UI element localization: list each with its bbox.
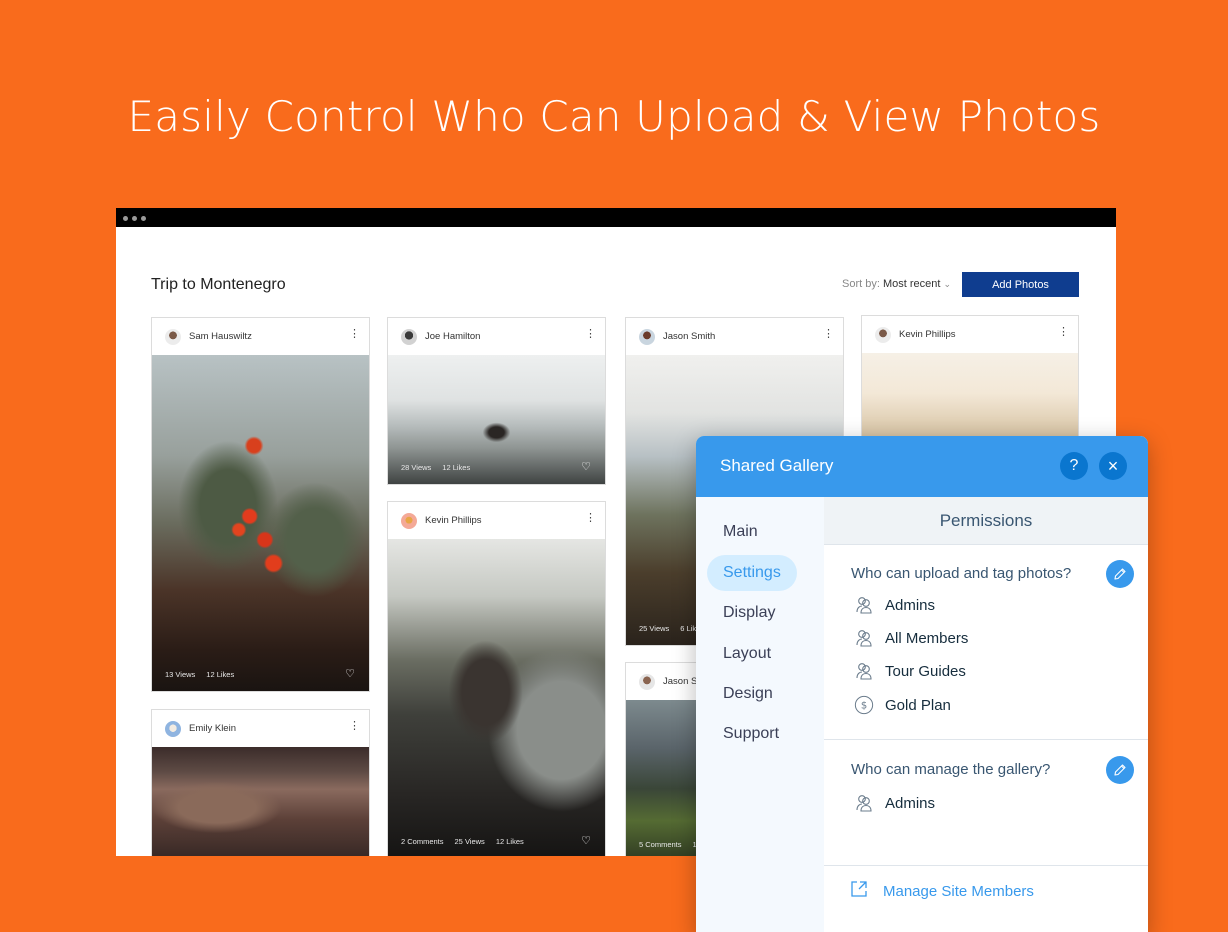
author-name: Emily Klein: [189, 723, 236, 734]
members-icon: [854, 661, 874, 681]
comments-count: 2 Comments: [401, 837, 444, 846]
permission-item: Admins: [854, 793, 935, 813]
heart-icon[interactable]: ♡: [581, 834, 591, 847]
help-button[interactable]: ?: [1060, 452, 1088, 480]
views-count: 25 Views: [454, 837, 485, 846]
author-name: Kevin Phillips: [899, 329, 956, 340]
avatar: [165, 720, 181, 737]
shared-gallery-panel: Shared Gallery ? × Main Settings Display…: [696, 436, 1148, 932]
external-link-icon: [850, 880, 868, 902]
likes-count: 12 Likes: [206, 670, 235, 679]
gallery-title: Trip to Montenegro: [151, 276, 286, 293]
members-icon: [854, 793, 874, 813]
sidebar-item-display[interactable]: Display: [707, 595, 797, 631]
likes-count: 12 Likes: [442, 463, 471, 472]
permission-item: $ Gold Plan: [854, 695, 951, 715]
panel-title: Shared Gallery: [720, 456, 834, 475]
sidebar-item-main[interactable]: Main: [707, 514, 797, 550]
avatar: [401, 512, 417, 529]
edit-manage-button[interactable]: [1106, 756, 1134, 784]
edit-upload-button[interactable]: [1106, 560, 1134, 588]
permission-label: Tour Guides: [885, 662, 966, 680]
section-title: Permissions: [824, 497, 1148, 545]
views-count: 13 Views: [165, 670, 196, 679]
photo-card[interactable]: Sam Hauswiltz ⋮ 13 Views 12 Likes ♡: [151, 317, 370, 692]
views-count: 28 Views: [401, 463, 432, 472]
pencil-icon: [1114, 764, 1126, 776]
avatar: [165, 328, 181, 345]
upload-permissions-section: Who can upload and tag photos? Admins Al…: [824, 545, 1148, 740]
avatar: [639, 328, 655, 345]
heart-icon[interactable]: ♡: [345, 667, 355, 680]
manage-permissions-section: Who can manage the gallery? Admins: [824, 740, 1148, 866]
more-options-icon[interactable]: ⋮: [823, 329, 834, 340]
likes-count: 12 Likes: [495, 837, 524, 846]
panel-sidebar: Main Settings Display Layout Design Supp…: [696, 497, 824, 932]
more-options-icon[interactable]: ⋮: [585, 513, 596, 524]
members-icon: [854, 628, 874, 648]
more-options-icon[interactable]: ⋮: [349, 721, 360, 732]
permission-label: All Members: [885, 629, 969, 647]
headline: Easily Control Who Can Upload & View Pho…: [127, 92, 1101, 141]
panel-content: Permissions Who can upload and tag photo…: [824, 497, 1148, 932]
sidebar-item-layout[interactable]: Layout: [707, 636, 797, 672]
more-options-icon[interactable]: ⋮: [1058, 327, 1069, 338]
author-name: Joe Hamilton: [425, 331, 481, 342]
more-options-icon[interactable]: ⋮: [349, 329, 360, 340]
manage-link-label: Manage Site Members: [883, 882, 1034, 900]
author-name: Jason Smith: [663, 331, 716, 342]
manage-question: Who can manage the gallery?: [851, 761, 1051, 778]
pencil-icon: [1114, 568, 1126, 580]
members-icon: [854, 595, 874, 615]
permission-item: All Members: [854, 628, 968, 648]
close-button[interactable]: ×: [1099, 452, 1127, 480]
photo[interactable]: 28 Views 12 Likes ♡: [388, 355, 605, 484]
browser-title-bar: [116, 208, 1116, 227]
sidebar-item-settings[interactable]: Settings: [707, 555, 797, 591]
views-count: 25 Views: [639, 624, 670, 633]
panel-header: Shared Gallery ? ×: [696, 436, 1148, 497]
sidebar-item-support[interactable]: Support: [707, 716, 797, 752]
chevron-down-icon: ⌄: [943, 279, 951, 289]
permission-label: Admins: [885, 794, 936, 812]
svg-text:$: $: [861, 701, 867, 712]
heart-icon[interactable]: ♡: [581, 460, 591, 473]
photo[interactable]: 2 Comments 25 Views 12 Likes ♡: [388, 539, 605, 856]
permission-label: Admins: [885, 596, 936, 614]
window-dot: [141, 216, 146, 221]
permission-item: Tour Guides: [854, 661, 966, 681]
author-name: Sam Hauswiltz: [189, 331, 252, 342]
sidebar-item-design[interactable]: Design: [707, 676, 797, 712]
avatar: [401, 328, 417, 345]
sort-dropdown[interactable]: Sort by: Most recent ⌄: [842, 278, 951, 290]
help-icon: ?: [1069, 457, 1079, 474]
avatar: [639, 673, 655, 690]
sort-label: Sort by:: [842, 278, 880, 290]
photo-card[interactable]: Kevin Phillips ⋮ 2 Comments 25 Views 12 …: [387, 501, 606, 856]
photo[interactable]: 13 Views 12 Likes ♡: [152, 355, 369, 691]
close-icon: ×: [1107, 455, 1119, 476]
more-options-icon[interactable]: ⋮: [585, 329, 596, 340]
avatar: [875, 326, 891, 343]
photo-card[interactable]: Joe Hamilton ⋮ 28 Views 12 Likes ♡: [387, 317, 606, 485]
permission-label: Gold Plan: [885, 696, 951, 714]
sort-value: Most recent: [882, 278, 941, 290]
dollar-icon: $: [854, 695, 874, 715]
window-dot: [123, 216, 128, 221]
comments-count: 5 Comments: [639, 840, 682, 849]
window-dot: [132, 216, 137, 221]
photo-card[interactable]: Emily Klein ⋮: [151, 709, 370, 856]
photo[interactable]: [152, 747, 369, 856]
permission-item: Admins: [854, 595, 935, 615]
add-photos-button[interactable]: Add Photos: [962, 272, 1079, 297]
upload-question: Who can upload and tag photos?: [851, 565, 1072, 582]
manage-site-members-link[interactable]: Manage Site Members: [850, 880, 1034, 902]
author-name: Kevin Phillips: [425, 515, 482, 526]
